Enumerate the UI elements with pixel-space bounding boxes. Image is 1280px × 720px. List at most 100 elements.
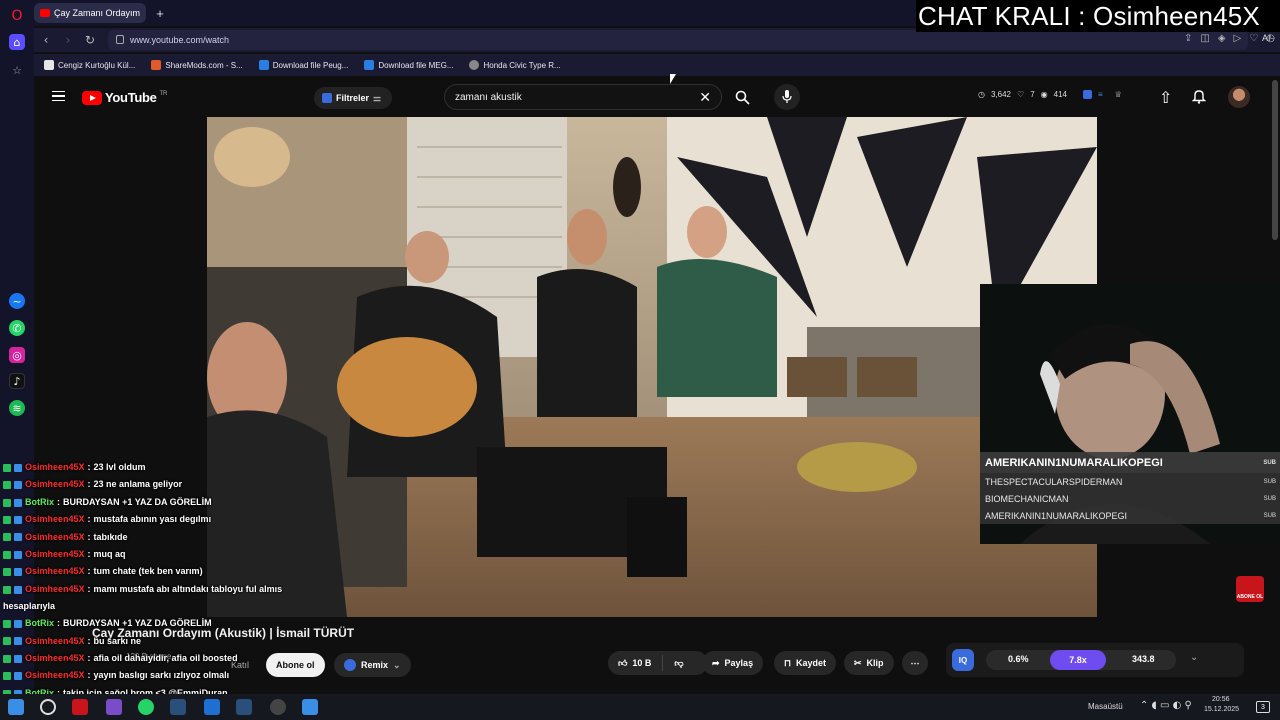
notification-badge[interactable]: 3 xyxy=(1256,701,1270,713)
chat-username[interactable]: Osimheen45X xyxy=(25,476,85,493)
trophy-icon[interactable]: ♕ xyxy=(1115,90,1122,99)
ai-button[interactable]: AI xyxy=(1262,33,1271,43)
tab-active[interactable]: Çay Zamanı Ordayım xyxy=(34,3,146,23)
notifications-icon[interactable] xyxy=(1191,89,1207,109)
instagram-icon[interactable]: ◎ xyxy=(9,347,25,363)
kick-badge-icon xyxy=(3,637,11,646)
speed-option[interactable]: 343.8 xyxy=(1132,654,1155,664)
home-icon[interactable]: ⌂ xyxy=(9,34,25,50)
page-scrollbar[interactable] xyxy=(1272,80,1278,240)
chevron-down-icon[interactable]: ⌄ xyxy=(1190,652,1198,663)
chat-username[interactable]: Osimheen45X xyxy=(25,633,85,650)
app-icon[interactable] xyxy=(106,699,122,715)
heart-icon[interactable]: ♡ xyxy=(1249,33,1258,44)
search-icon xyxy=(735,90,750,105)
platform-badge-icon xyxy=(14,550,22,559)
chat-username[interactable]: Osimheen45X xyxy=(25,511,85,528)
like-count[interactable]: 10 B xyxy=(632,658,651,668)
bookmarks-bar: Cengiz Kurtoğlu Kül... ShareMods.com - S… xyxy=(34,54,1280,76)
bookmark-item[interactable]: Download file Peug... xyxy=(258,60,348,70)
bookmark-item[interactable]: Download file MEG... xyxy=(364,60,453,70)
chat-message: Osimheen45X: muq aq xyxy=(0,546,300,563)
clock-date[interactable]: 15.12.2025 xyxy=(1204,706,1239,713)
search-icon[interactable] xyxy=(40,699,56,715)
speed-option[interactable]: 0.6% xyxy=(1008,654,1029,664)
stats-bar: ◷ 3,642 ♡ 7 ◉ 414 ≡ ♕ xyxy=(978,90,1122,99)
steam-icon[interactable] xyxy=(236,699,252,715)
upload-icon[interactable]: ⇧ xyxy=(1159,88,1172,108)
bookmark-item[interactable]: Cengiz Kurtoğlu Kül... xyxy=(44,60,135,70)
whatsapp-icon[interactable] xyxy=(138,699,154,715)
search-input[interactable]: zamanı akustik ✕ xyxy=(444,84,722,110)
platform-badge-icon xyxy=(14,463,22,472)
spotify-icon[interactable]: ≋ xyxy=(9,400,25,416)
pin-icon[interactable]: ☆ xyxy=(9,62,25,78)
vpn-icon[interactable]: ◈ xyxy=(1218,33,1226,44)
app-icon[interactable] xyxy=(204,699,220,715)
chat-username[interactable]: BotRix xyxy=(25,615,54,632)
speed-selector: 0.6% 7.8x 343.8 xyxy=(986,650,1176,670)
search-button[interactable] xyxy=(726,84,758,110)
avatar[interactable] xyxy=(1228,86,1250,108)
list-icon[interactable]: ≡ xyxy=(1098,90,1103,99)
chat-text: bu sarkı ne xyxy=(93,635,142,646)
iq-panel: IQ 0.6% 7.8x 343.8 ⌄ xyxy=(946,643,1244,677)
dislike-icon[interactable]: 👎︎ xyxy=(674,658,683,669)
chat-username[interactable]: Osimheen45X xyxy=(25,546,85,563)
video-player[interactable] xyxy=(207,117,1097,617)
steam-icon[interactable] xyxy=(170,699,186,715)
iq-ext-icon[interactable] xyxy=(1082,90,1092,99)
yt-header: YouTube TR Filtreler ⚌ zamanı akustik ✕ … xyxy=(34,78,1274,116)
stream-chat: Osimheen45X:23 lvl oldum Osimheen45X:23 n… xyxy=(0,459,300,720)
bookmark-item[interactable]: ShareMods.com - S... xyxy=(151,60,243,70)
tiktok-icon[interactable]: ♪ xyxy=(9,373,25,389)
address-bar[interactable]: www.youtube.com/watch xyxy=(108,30,1248,50)
speed-option-active[interactable]: 7.8x xyxy=(1050,650,1106,670)
player-icon[interactable]: ▷ xyxy=(1234,33,1242,44)
save-button[interactable]: ⊓ Kaydet xyxy=(774,651,837,675)
iq-logo[interactable]: IQ xyxy=(952,649,974,671)
chat-username[interactable]: Osimheen45X xyxy=(25,581,85,598)
chat-separator: : xyxy=(87,514,91,525)
whatsapp-icon[interactable]: ✆ xyxy=(9,320,25,336)
app-icon[interactable] xyxy=(72,699,88,715)
chat-text: 23 lvl oldum xyxy=(93,462,146,472)
bookmark-item[interactable]: Honda Civic Type R... xyxy=(469,60,561,70)
app-icon[interactable] xyxy=(302,699,318,715)
chat-message: Osimheen45X: mustafa abının yası degılmı xyxy=(0,511,300,528)
forward-button[interactable]: › xyxy=(60,32,76,48)
video-frame xyxy=(207,117,1097,617)
clear-search-icon[interactable]: ✕ xyxy=(699,89,711,106)
hamburger-icon[interactable] xyxy=(52,91,65,101)
new-tab-button[interactable]: + xyxy=(152,5,168,21)
chat-username[interactable]: BotRix xyxy=(25,494,54,511)
share-icon[interactable]: ⇪ xyxy=(1184,33,1192,44)
messenger-icon[interactable]: ~ xyxy=(9,293,25,309)
reload-button[interactable]: ↻ xyxy=(82,32,98,48)
like-icon[interactable]: 👍︎ xyxy=(618,658,627,669)
chat-username[interactable]: Osimheen45X xyxy=(25,650,85,667)
more-button[interactable]: ⋯ xyxy=(902,651,928,675)
subscribe-badge[interactable]: ABONE OL xyxy=(1236,576,1264,602)
start-icon[interactable] xyxy=(8,699,24,715)
sliders-icon: ⚌ xyxy=(373,92,382,103)
kick-badge-icon xyxy=(3,654,11,663)
desktop-label[interactable]: Masaüstü xyxy=(1088,702,1123,711)
clock-time[interactable]: 20:56 xyxy=(1212,696,1230,703)
filters-button[interactable]: Filtreler ⚌ xyxy=(314,87,392,109)
chat-username[interactable]: Osimheen45X xyxy=(25,529,85,546)
chat-username[interactable]: Osimheen45X xyxy=(25,563,85,580)
voice-search-button[interactable] xyxy=(774,84,800,110)
snapshot-icon[interactable]: ◫ xyxy=(1200,33,1209,44)
tray-icons[interactable]: ⌃ ◖ ▭ ◐ ⚲ xyxy=(1140,700,1192,711)
youtube-logo[interactable]: YouTube TR xyxy=(82,90,167,105)
opera-logo-icon[interactable]: O xyxy=(9,8,25,24)
obs-icon[interactable] xyxy=(270,699,286,715)
chat-username[interactable]: Osimheen45X xyxy=(25,459,85,476)
chat-username[interactable]: Osimheen45X xyxy=(25,667,85,684)
share-button[interactable]: ➦ Paylaş xyxy=(702,651,764,675)
clip-button[interactable]: ✂ Klip xyxy=(844,651,894,675)
back-button[interactable]: ‹ xyxy=(38,32,54,48)
chat-text: mamı mustafa abı altındakı tabloyu ful a… xyxy=(93,583,283,594)
remix-button[interactable]: Remix ⌄ xyxy=(334,653,411,677)
